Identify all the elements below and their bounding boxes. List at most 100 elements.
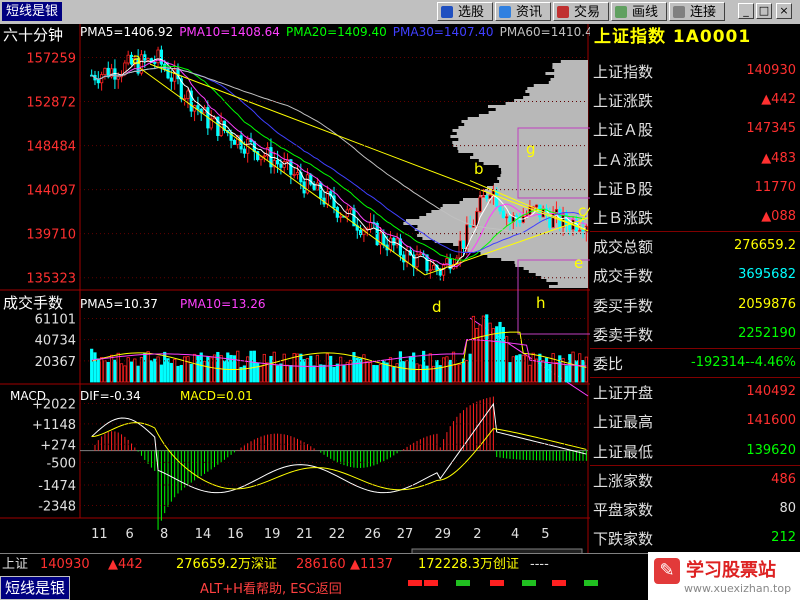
quote-value: 2059876 (738, 296, 796, 312)
connect-icon (673, 6, 685, 18)
profile-bar (554, 75, 588, 78)
volume-bar (319, 364, 323, 383)
macd-tick-label: +1148 (32, 418, 76, 433)
connect-button[interactable]: 连接 (669, 2, 725, 21)
volume-bar (163, 351, 167, 383)
volume-bar (295, 353, 300, 383)
volume-bar (119, 363, 124, 383)
bottom-app-label: 短线是银 (0, 576, 71, 600)
quote-row: 上证最高 141600 (590, 408, 800, 434)
profile-bar (488, 111, 588, 114)
stock-select-icon (441, 6, 453, 18)
volume-bar (558, 355, 562, 383)
quote-separator (590, 464, 800, 466)
volume-bar (355, 357, 359, 383)
x-axis-label: 4 (511, 527, 519, 542)
candle-body (349, 208, 353, 211)
profile-bar (480, 252, 588, 255)
volume-bar (451, 351, 456, 383)
annotation-c: c (578, 202, 586, 220)
quote-label: 上证最高 (593, 413, 654, 432)
volume-bar (375, 365, 379, 383)
quote-value: 80 (779, 501, 796, 516)
profile-bar (552, 66, 588, 69)
volume-label: 成交手数 (3, 294, 63, 312)
quote-label: 上证开盘 (593, 384, 654, 403)
volume-bar (312, 365, 316, 383)
maximize-button[interactable]: □ (756, 3, 772, 19)
price-tick-label: 139710 (26, 228, 76, 243)
volume-bar (521, 354, 525, 383)
volume-bar (578, 353, 582, 383)
annotation-g: g (526, 140, 536, 158)
candle-body (458, 240, 462, 259)
quote-row: 下跌家数 212 (590, 525, 800, 551)
stock-select-button[interactable]: 选股 (437, 2, 493, 21)
volume-bar (554, 362, 559, 383)
profile-bar (452, 141, 588, 144)
profile-bar (434, 240, 588, 243)
draw-line-button[interactable]: 画线 (611, 2, 667, 21)
volume-bar (358, 358, 363, 383)
volume-bar (445, 356, 449, 383)
volume-bar (302, 359, 306, 383)
status-item: 276659.2万深证 (176, 557, 278, 572)
macd-legend: DIF=-0.34 (80, 389, 141, 403)
volume-bar (428, 353, 432, 383)
quote-label: 上证指数 (593, 63, 654, 81)
quote-row: 上证涨跌 ▲442 (590, 87, 800, 113)
candle-body (295, 172, 300, 175)
candle-body (578, 229, 582, 232)
profile-bar (442, 204, 588, 207)
candle-body (116, 76, 120, 80)
trade-button[interactable]: 交易 (553, 2, 609, 21)
indicator-red-1 (408, 580, 422, 586)
volume-bar (498, 321, 502, 383)
app-title: 短线是银 (2, 2, 63, 21)
volume-bar (289, 365, 293, 383)
volume-bar (96, 358, 100, 383)
profile-bar (456, 132, 588, 135)
minimize-button[interactable]: _ (738, 3, 754, 19)
quote-separator (590, 348, 800, 349)
quote-row: 上涨家数 486 (590, 467, 800, 493)
volume-bar (388, 357, 393, 383)
x-axis-label: 21 (296, 527, 313, 542)
volume-bar (478, 324, 482, 383)
candle-body (468, 224, 472, 228)
profile-bar (458, 150, 588, 153)
volume-bar (548, 363, 552, 383)
macd-tick-label: -1474 (38, 479, 76, 494)
quote-label: 委比 (593, 355, 624, 373)
profile-bar (493, 183, 588, 186)
volume-bar (103, 360, 107, 383)
x-axis-label: 2 (473, 527, 481, 542)
quote-label: 上证涨跌 (593, 92, 654, 111)
volume-bar (222, 360, 227, 383)
volume-bar (368, 362, 373, 383)
quote-label: 成交手数 (593, 267, 654, 286)
candle-body (153, 62, 157, 64)
indicator-red-3 (490, 580, 504, 586)
volume-bar (159, 364, 163, 383)
profile-bar (548, 285, 588, 288)
volume-bar (571, 351, 575, 383)
profile-bar (523, 96, 588, 99)
profile-bar (499, 180, 588, 183)
quote-label: 委买手数 (593, 296, 654, 315)
candle-body (428, 269, 432, 272)
close-button[interactable]: × (776, 3, 792, 19)
quote-value: 212 (771, 530, 796, 546)
volume-bar (262, 353, 266, 383)
volume-bar (448, 359, 452, 383)
news-button[interactable]: 资讯 (495, 2, 551, 21)
volume-bar (441, 357, 446, 383)
kline-chart[interactable]: abcdefgh 1572591528721484841440971397101… (0, 24, 590, 553)
volume-bar (113, 359, 117, 383)
candle-body (432, 265, 436, 271)
volume-bar (305, 358, 310, 383)
annotation-d: d (432, 298, 442, 316)
volume-tick-label: 61101 (35, 312, 76, 327)
volume-bar (541, 360, 545, 383)
macd-legend: MACD=0.01 (180, 389, 253, 403)
